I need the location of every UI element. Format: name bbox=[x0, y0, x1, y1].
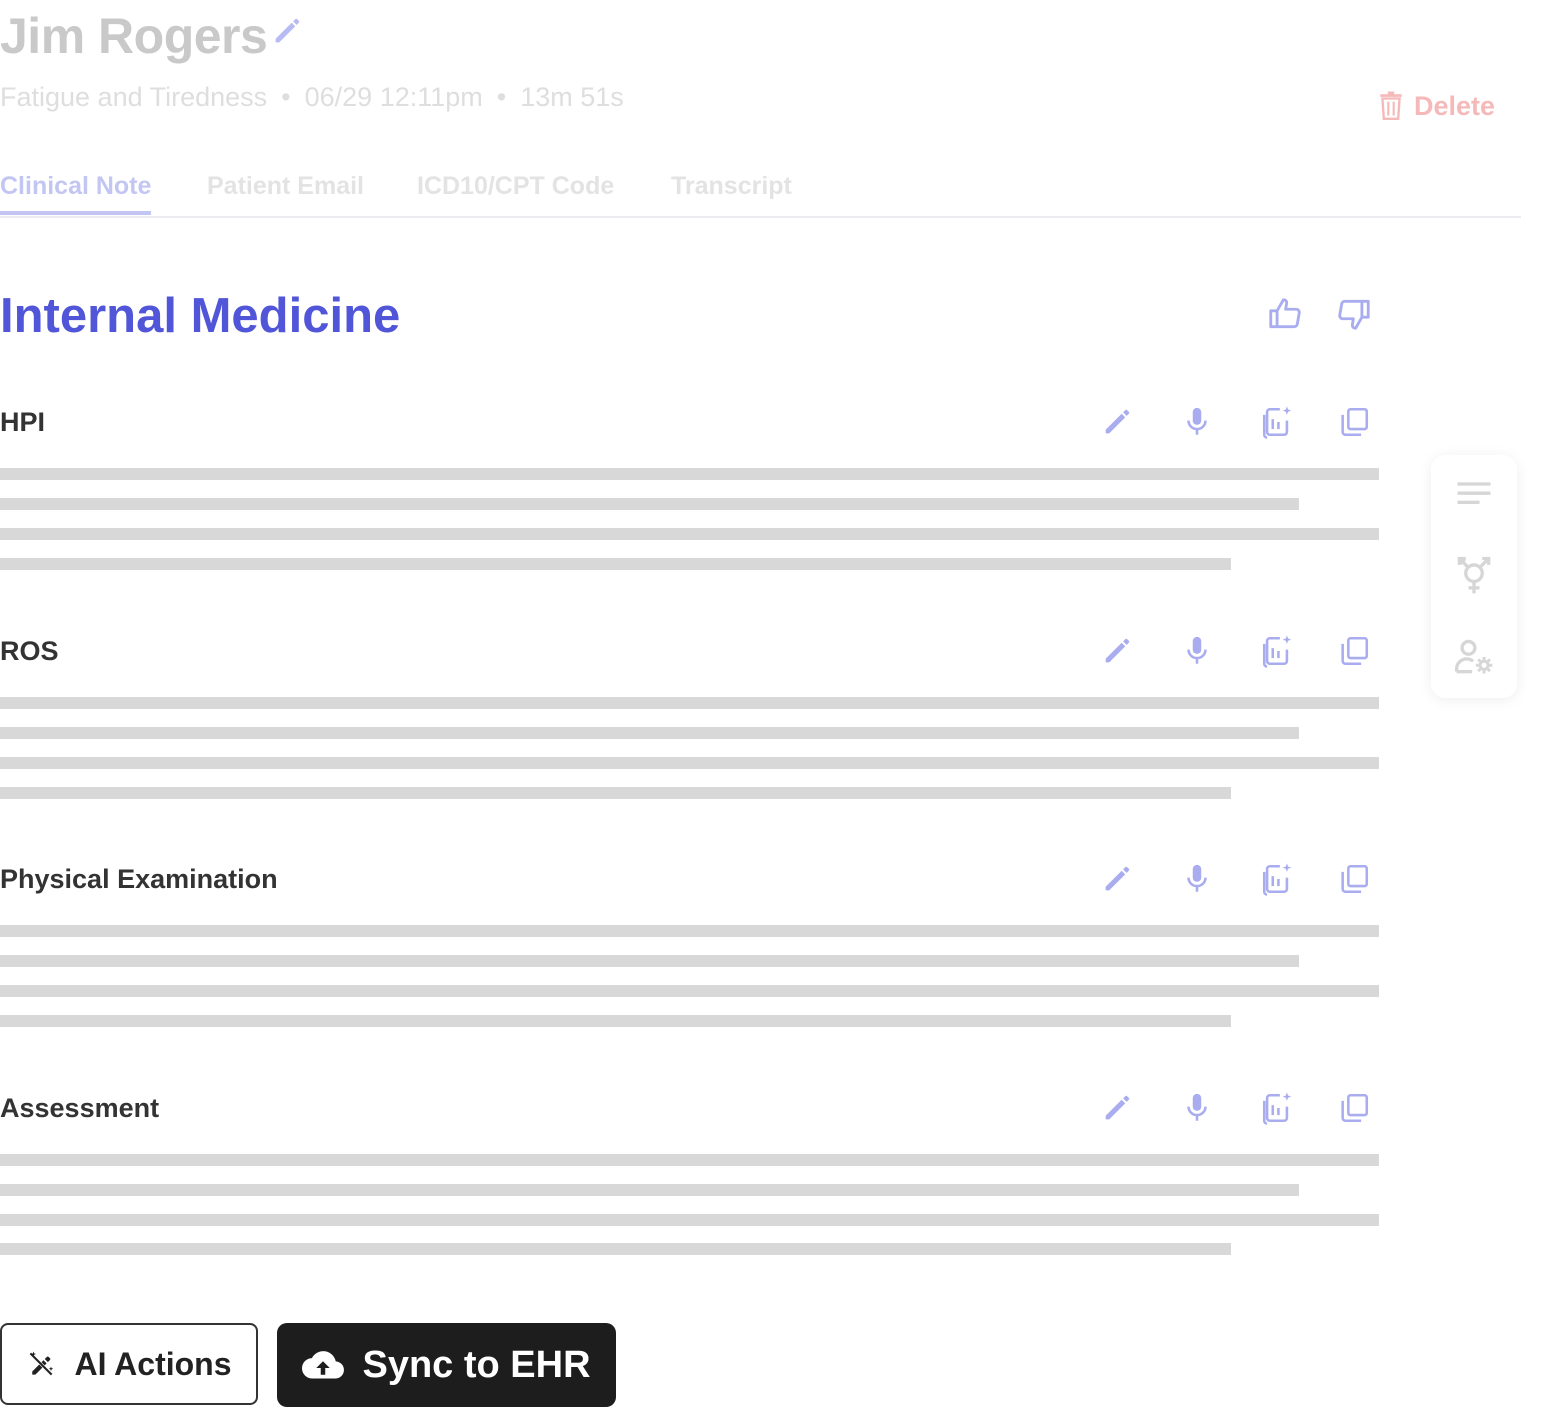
edit-icon[interactable] bbox=[1100, 862, 1134, 896]
section-title-assessment: Assessment bbox=[0, 1093, 160, 1123]
ai-enhance-icon[interactable] bbox=[1260, 862, 1294, 896]
meta-separator: • bbox=[281, 82, 291, 112]
text-placeholder-line bbox=[0, 787, 1231, 799]
text-placeholder-line bbox=[0, 558, 1231, 570]
tab-transcript[interactable]: Transcript bbox=[671, 166, 792, 206]
sync-to-ehr-button[interactable]: Sync to EHR bbox=[277, 1323, 616, 1407]
text-placeholder-line bbox=[0, 985, 1379, 997]
thumbs-down-icon[interactable] bbox=[1335, 295, 1373, 333]
tab-icd10-cpt-code[interactable]: ICD10/CPT Code bbox=[417, 166, 614, 206]
text-placeholder-line bbox=[0, 1243, 1231, 1255]
delete-label: Delete bbox=[1414, 91, 1496, 121]
microphone-icon[interactable] bbox=[1180, 405, 1214, 439]
visit-duration: 13m 51s bbox=[520, 82, 624, 112]
user-settings-icon[interactable] bbox=[1452, 635, 1496, 679]
visit-datetime: 06/29 12:11pm bbox=[304, 82, 483, 112]
microphone-icon[interactable] bbox=[1180, 862, 1214, 896]
text-placeholder-line bbox=[0, 757, 1379, 769]
text-placeholder-line bbox=[0, 955, 1299, 967]
text-align-icon[interactable] bbox=[1452, 473, 1496, 517]
text-placeholder-line bbox=[0, 498, 1299, 510]
magic-wand-icon bbox=[29, 1351, 54, 1377]
text-placeholder-line bbox=[0, 1184, 1299, 1196]
microphone-icon[interactable] bbox=[1180, 1091, 1214, 1125]
trash-icon bbox=[1380, 91, 1402, 121]
meta-separator: • bbox=[496, 82, 507, 112]
tab-clinical-note[interactable]: Clinical Note bbox=[0, 166, 152, 215]
copy-icon[interactable] bbox=[1337, 634, 1371, 668]
text-placeholder-line bbox=[0, 528, 1379, 540]
copy-icon[interactable] bbox=[1337, 1091, 1371, 1125]
microphone-icon[interactable] bbox=[1180, 634, 1214, 668]
text-placeholder-line bbox=[0, 727, 1299, 739]
cloud-upload-icon bbox=[302, 1351, 345, 1379]
tab-bar: Clinical Note Patient Email ICD10/CPT Co… bbox=[0, 166, 1521, 218]
text-placeholder-line bbox=[0, 1214, 1379, 1226]
text-placeholder-line bbox=[0, 1154, 1379, 1166]
text-placeholder-line bbox=[0, 1015, 1231, 1027]
edit-icon[interactable] bbox=[1100, 405, 1134, 439]
ai-enhance-icon[interactable] bbox=[1260, 405, 1294, 439]
copy-icon[interactable] bbox=[1337, 862, 1371, 896]
visit-reason: Fatigue and Tiredness bbox=[0, 82, 268, 112]
copy-icon[interactable] bbox=[1337, 405, 1371, 439]
text-placeholder-line bbox=[0, 468, 1379, 480]
note-title: Internal Medicine bbox=[0, 289, 401, 343]
patient-name: Jim Rogers bbox=[0, 8, 268, 64]
visit-meta: Fatigue and Tiredness • 06/29 12:11pm • 13m … bbox=[0, 80, 624, 114]
text-placeholder-line bbox=[0, 697, 1379, 709]
ai-actions-label: AI Actions bbox=[74, 1345, 232, 1382]
delete-button[interactable]: Delete bbox=[1378, 89, 1495, 123]
section-title-physical-examination: Physical Examination bbox=[0, 864, 278, 894]
tab-patient-email[interactable]: Patient Email bbox=[207, 166, 364, 206]
section-title-ros: ROS bbox=[0, 636, 59, 666]
edit-icon[interactable] bbox=[1100, 1091, 1134, 1125]
ai-enhance-icon[interactable] bbox=[1260, 1091, 1294, 1125]
section-title-hpi: HPI bbox=[0, 407, 46, 437]
edit-icon[interactable] bbox=[1100, 634, 1134, 668]
gender-icon[interactable] bbox=[1452, 553, 1496, 597]
sync-to-ehr-label: Sync to EHR bbox=[362, 1343, 591, 1386]
thumbs-up-icon[interactable] bbox=[1266, 295, 1304, 333]
edit-name-icon[interactable] bbox=[270, 14, 304, 48]
text-placeholder-line bbox=[0, 925, 1379, 937]
ai-actions-button[interactable]: AI Actions bbox=[0, 1323, 258, 1405]
side-toolbar bbox=[1431, 455, 1517, 698]
ai-enhance-icon[interactable] bbox=[1260, 634, 1294, 668]
